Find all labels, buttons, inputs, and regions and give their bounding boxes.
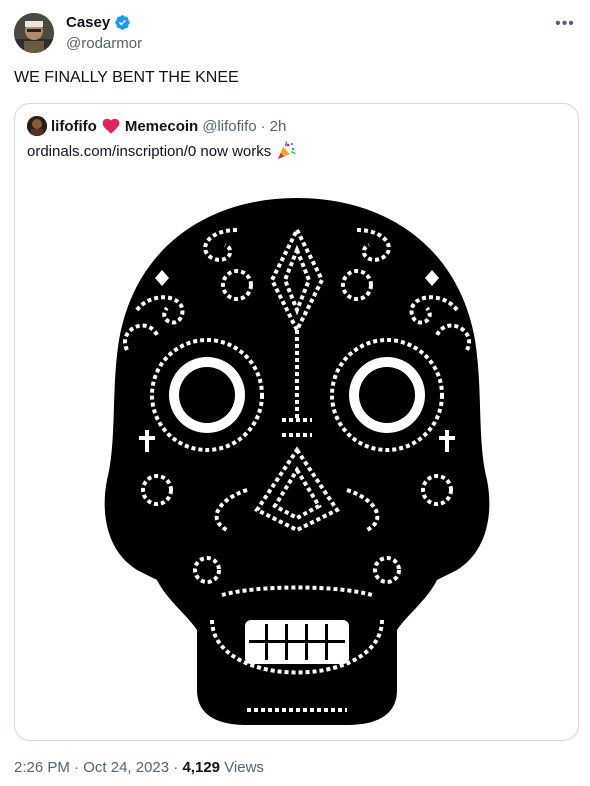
red-heart-icon <box>102 118 120 134</box>
sugar-skull-pixel-art-icon <box>104 198 490 725</box>
ellipsis-icon: ••• <box>555 15 575 32</box>
meta-separator-2: · <box>173 759 179 776</box>
quoted-author-name-part1[interactable]: lifofifo <box>51 118 97 135</box>
quoted-tweet-card[interactable]: lifofifo Memecoin @lifofifo · 2h ordinal… <box>14 103 579 741</box>
author-name-row[interactable]: Casey <box>66 14 131 31</box>
more-options-button[interactable]: ••• <box>554 13 576 35</box>
avatar-photo-icon <box>14 13 54 53</box>
quoted-tweet-text-row: ordinals.com/inscription/0 now works <box>27 141 296 161</box>
author-handle[interactable]: @rodarmor <box>66 35 142 52</box>
views-count: 4,129 <box>182 759 221 776</box>
tweet-date[interactable]: Oct 24, 2023 <box>83 759 169 776</box>
tweet-text: WE FINALLY BENT THE KNEE <box>14 69 239 86</box>
party-popper-icon <box>278 141 296 159</box>
quoted-separator: · <box>260 117 266 135</box>
meta-separator-1: · <box>74 759 80 776</box>
tweet-meta: 2:26 PM · Oct 24, 2023 · 4,129 Views <box>14 759 264 776</box>
quoted-author-name-part2[interactable]: Memecoin <box>125 118 198 135</box>
sugar-skull-image[interactable] <box>97 190 497 730</box>
quoted-avatar-icon <box>27 116 47 136</box>
quoted-author-avatar[interactable] <box>27 116 47 136</box>
quoted-tweet-header: lifofifo Memecoin @lifofifo · 2h <box>27 116 286 136</box>
views-label: Views <box>224 759 264 776</box>
author-name[interactable]: Casey <box>66 14 110 31</box>
tweet-time[interactable]: 2:26 PM <box>14 759 70 776</box>
quoted-tweet-text: ordinals.com/inscription/0 now works <box>27 142 272 160</box>
author-avatar[interactable] <box>14 13 54 53</box>
quoted-author-handle[interactable]: @lifofifo <box>202 118 256 135</box>
verified-badge-icon <box>115 15 130 30</box>
tweet: Casey @rodarmor ••• WE FINALLY BENT THE … <box>0 0 590 786</box>
quoted-timestamp[interactable]: 2h <box>270 118 287 135</box>
